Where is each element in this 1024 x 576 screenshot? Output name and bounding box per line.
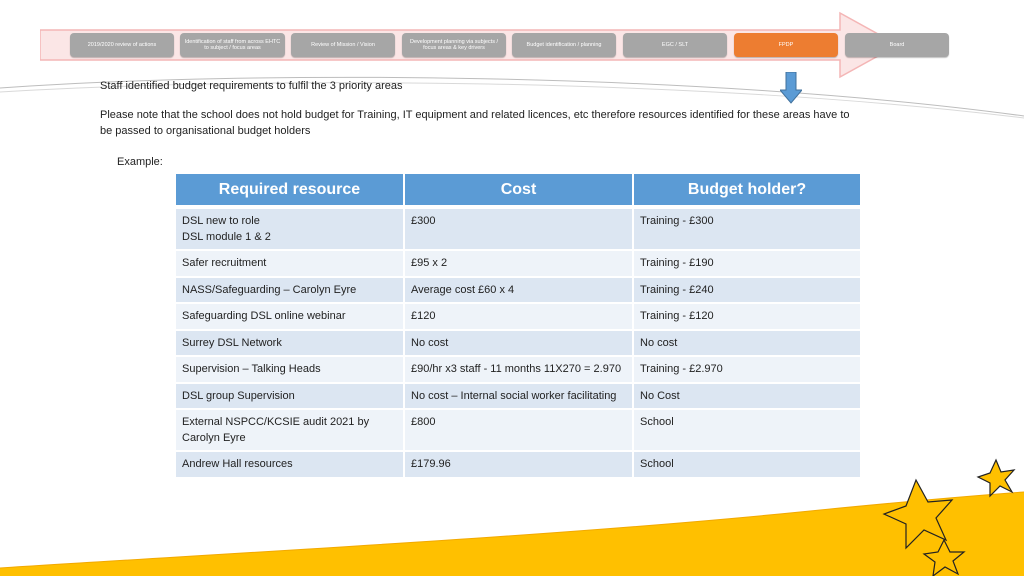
cell-cost: No cost – Internal social worker facilit… [405, 381, 632, 408]
table-row: Surrey DSL Network No cost No cost [176, 328, 860, 355]
example-label: Example: [117, 156, 163, 168]
cell-budget-holder: Training - £120 [634, 302, 860, 329]
cell-cost: No cost [405, 328, 632, 355]
cell-budget-holder: No cost [634, 328, 860, 355]
process-step: Development planning via subjects / focu… [402, 33, 506, 57]
table-header-row: Required resource Cost Budget holder? [176, 174, 860, 207]
cell-resource: Supervision – Talking Heads [176, 355, 403, 382]
process-step: 2019/2020 review of actions [70, 33, 174, 57]
table-row: Safeguarding DSL online webinar £120 Train… [176, 302, 860, 329]
cell-cost: Average cost £60 x 4 [405, 275, 632, 302]
cell-budget-holder: Training - £190 [634, 249, 860, 276]
table-row: NASS/Safeguarding – Carolyn Eyre Average … [176, 275, 860, 302]
cell-budget-holder: Training - £300 [634, 207, 860, 249]
decorative-footer [0, 458, 1024, 576]
process-step: Budget identification / planning [512, 33, 616, 57]
table-row: DSL new to role DSL module 1 & 2 £300 Trai… [176, 207, 860, 249]
star-icon [976, 458, 1016, 498]
cell-budget-holder: Training - £240 [634, 275, 860, 302]
cell-resource: NASS/Safeguarding – Carolyn Eyre [176, 275, 403, 302]
cell-resource: Safeguarding DSL online webinar [176, 302, 403, 329]
intro-text: Staff identified budget requirements to … [100, 80, 403, 92]
resource-table: Required resource Cost Budget holder? DS… [174, 174, 862, 477]
cell-cost: £95 x 2 [405, 249, 632, 276]
cell-cost: £90/hr x3 staff - 11 months 11X270 = 2.9… [405, 355, 632, 382]
cell-cost: £120 [405, 302, 632, 329]
cell-resource: Safer recruitment [176, 249, 403, 276]
cell-resource: DSL new to role DSL module 1 & 2 [176, 207, 403, 249]
cell-resource: Surrey DSL Network [176, 328, 403, 355]
down-arrow-icon [780, 72, 802, 104]
cell-budget-holder: Training - £2.970 [634, 355, 860, 382]
header-required-resource: Required resource [176, 174, 403, 207]
table-row: Safer recruitment £95 x 2 Training - £190 [176, 249, 860, 276]
process-step: EGC / SLT [623, 33, 727, 57]
table-row: Supervision – Talking Heads £90/hr x3 sta… [176, 355, 860, 382]
process-step: Review of Mission / Vision [291, 33, 395, 57]
budget-note: Please note that the school does not hol… [100, 109, 850, 137]
process-step: Identification of staff from across EHTC… [180, 33, 285, 57]
cell-cost: £300 [405, 207, 632, 249]
process-step: Board [845, 33, 949, 57]
header-budget-holder: Budget holder? [634, 174, 860, 207]
cell-budget-holder: No Cost [634, 381, 860, 408]
cell-resource: DSL group Supervision [176, 381, 403, 408]
header-cost: Cost [405, 174, 632, 207]
process-step: FPDP [734, 33, 838, 57]
table-row: DSL group Supervision No cost – Internal … [176, 381, 860, 408]
